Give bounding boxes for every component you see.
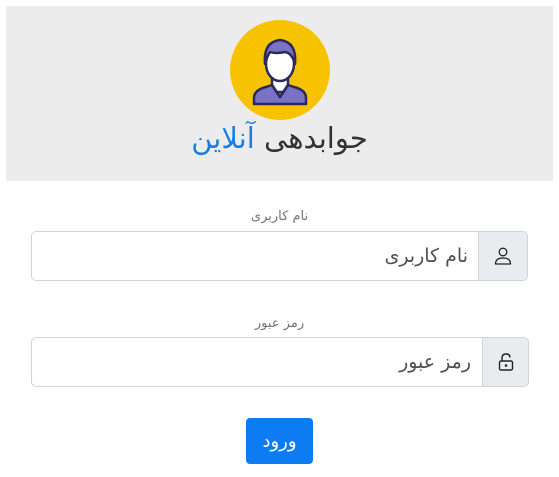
title-accent: آنلاین [191, 121, 255, 155]
header-panel: جوابدهی آنلاین [6, 6, 553, 181]
title-main: جوابدهی [264, 121, 368, 155]
username-label: نام کاربری [250, 209, 309, 224]
password-input[interactable] [32, 338, 483, 386]
user-avatar-icon [230, 20, 330, 120]
app-title: جوابدهی آنلاین [6, 118, 553, 158]
password-group [31, 337, 529, 387]
login-button[interactable]: ورود [246, 418, 313, 464]
password-label: رمز عبور [254, 316, 305, 331]
username-group [31, 231, 528, 281]
username-input[interactable] [32, 232, 480, 280]
person-icon [478, 232, 527, 280]
login-page: جوابدهی آنلاین نام کاربری رمز عبور ورود [0, 0, 559, 477]
lock-icon [482, 338, 528, 386]
